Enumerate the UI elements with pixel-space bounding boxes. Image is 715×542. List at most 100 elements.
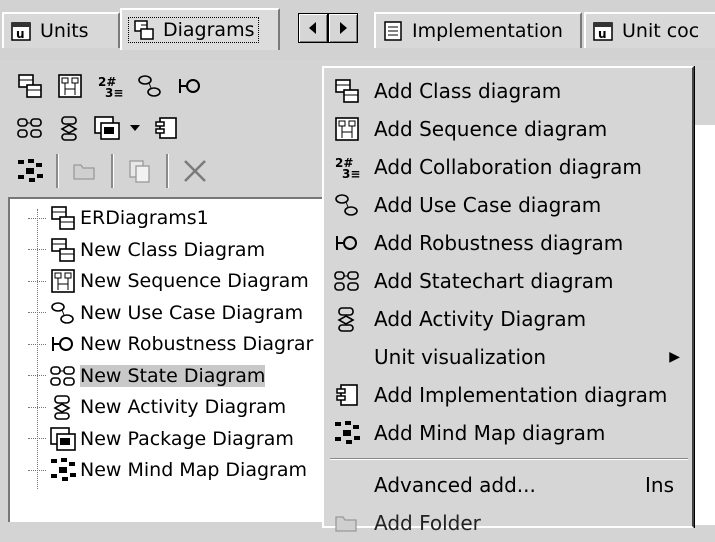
menu-item[interactable]: Unit visualization ▶ xyxy=(324,338,692,376)
menu-item-label: Unit visualization xyxy=(374,345,546,369)
folder-icon[interactable] xyxy=(69,155,101,187)
toolbar-separator xyxy=(56,154,59,188)
use-case-diagram-icon xyxy=(48,299,78,327)
tree-item[interactable]: New Package Diagram xyxy=(28,424,294,454)
tree-item-label: New Mind Map Diagram xyxy=(80,459,308,481)
toolbar-row-1: 2# 3≡ xyxy=(14,70,206,102)
menu-separator xyxy=(330,458,688,460)
submenu-arrow-icon: ▶ xyxy=(669,349,680,365)
mind-map-diagram-icon xyxy=(48,456,78,484)
menu-item[interactable]: Add Statechart diagram xyxy=(324,262,692,300)
robustness-diagram-icon xyxy=(48,330,78,358)
menu-item[interactable]: Add Implementation diagram xyxy=(324,376,692,414)
tab-unit-code[interactable]: u Unit coc xyxy=(584,12,715,48)
menu-item-label: Add Use Case diagram xyxy=(374,193,602,217)
activity-diagram-icon[interactable] xyxy=(54,112,86,144)
menu-item-label: Add Collaboration diagram xyxy=(374,155,642,179)
diagram-tree[interactable]: ERDiagrams1 New Class Diagram New Sequence… xyxy=(8,197,330,522)
use-case-diagram-icon[interactable] xyxy=(134,70,166,102)
menu-item[interactable]: Add Mind Map diagram xyxy=(324,414,692,452)
mind-map-diagram-icon[interactable] xyxy=(14,155,46,187)
tab-implementation[interactable]: Implementation xyxy=(374,12,582,48)
sequence-diagram-icon xyxy=(332,114,362,144)
tree-item[interactable]: New Robustness Diagrar xyxy=(28,329,313,359)
activity-diagram-icon xyxy=(332,304,362,334)
units-icon: u xyxy=(10,20,32,42)
implementation-diagram-icon[interactable] xyxy=(150,112,182,144)
package-diagram-icon xyxy=(48,425,78,453)
menu-item-label: Add Folder xyxy=(374,511,481,535)
mind-map-diagram-icon xyxy=(332,418,362,448)
menu-item-advanced-add[interactable]: Advanced add... Ins xyxy=(324,466,692,504)
statechart-diagram-icon xyxy=(332,266,362,296)
toolbar-separator xyxy=(166,154,169,188)
menu-item[interactable]: Add Activity Diagram xyxy=(324,300,692,338)
activity-diagram-icon xyxy=(48,393,78,421)
tab-scroll-left-button[interactable] xyxy=(298,13,328,43)
copy-icon[interactable] xyxy=(124,155,156,187)
tree-item[interactable]: New Sequence Diagram xyxy=(28,266,309,296)
menu-item[interactable]: 2# 3≡ Add Collaboration diagram xyxy=(324,148,692,186)
menu-item-add-folder[interactable]: Add Folder xyxy=(324,504,692,542)
tree-item-label: ERDiagrams1 xyxy=(80,207,209,229)
menu-item[interactable]: Add Robustness diagram xyxy=(324,224,692,262)
collaboration-diagram-icon: 2# 3≡ xyxy=(332,152,362,182)
statechart-diagram-icon xyxy=(48,362,78,390)
blank-icon xyxy=(332,342,362,372)
svg-text:u: u xyxy=(16,27,25,41)
sequence-diagram-icon[interactable] xyxy=(54,70,86,102)
tab-scroll-right-button[interactable] xyxy=(328,13,358,43)
class-diagram-icon xyxy=(48,204,78,232)
tree-connector xyxy=(28,249,46,250)
toolbar-row-3 xyxy=(14,154,211,188)
class-diagram-icon xyxy=(133,19,155,41)
tree-connector xyxy=(28,375,46,376)
statechart-diagram-icon[interactable] xyxy=(14,112,46,144)
sequence-diagram-icon xyxy=(48,267,78,295)
tree-connector xyxy=(28,343,46,345)
tree-item[interactable]: New Class Diagram xyxy=(28,235,265,265)
menu-item[interactable]: Add Sequence diagram xyxy=(324,110,692,148)
collaboration-diagram-icon[interactable]: 2# 3≡ xyxy=(94,70,126,102)
menu-item-label: Add Statechart diagram xyxy=(374,269,614,293)
tree-item[interactable]: New State Diagram xyxy=(28,361,266,391)
arrow-left-icon xyxy=(309,22,316,34)
package-diagram-icon[interactable] xyxy=(94,112,120,144)
tree-item[interactable]: New Activity Diagram xyxy=(28,392,286,422)
tree-connector xyxy=(28,217,46,219)
toolbar-separator xyxy=(111,154,114,188)
tab-units[interactable]: u Units xyxy=(2,12,120,48)
implementation-icon xyxy=(382,20,404,42)
menu-item-label: Add Mind Map diagram xyxy=(374,421,606,445)
dropdown-arrow-icon[interactable] xyxy=(128,124,142,132)
class-diagram-icon[interactable] xyxy=(14,70,46,102)
menu-item-label: Advanced add... xyxy=(374,473,536,497)
blank-icon xyxy=(332,470,362,500)
tab-implementation-label: Implementation xyxy=(412,20,563,42)
tree-connector xyxy=(28,280,46,282)
tree-item-label: New Robustness Diagrar xyxy=(80,333,314,355)
tree-item-label: New Package Diagram xyxy=(80,427,294,450)
folder-icon xyxy=(332,508,362,538)
tab-units-label: Units xyxy=(40,20,89,42)
menu-item[interactable]: Add Class diagram xyxy=(324,72,692,110)
unit-code-icon: u xyxy=(592,20,614,42)
menu-item[interactable]: Add Use Case diagram xyxy=(324,186,692,224)
robustness-diagram-icon[interactable] xyxy=(174,70,206,102)
robustness-diagram-icon xyxy=(332,228,362,258)
tree-item-label: New Use Case Diagram xyxy=(80,301,304,324)
tab-diagrams[interactable]: Diagrams xyxy=(120,8,280,50)
tab-diagrams-focus: Diagrams xyxy=(128,17,260,43)
svg-text:3≡: 3≡ xyxy=(342,167,360,180)
class-diagram-icon xyxy=(332,76,362,106)
tree-item[interactable]: ERDiagrams1 xyxy=(28,203,209,233)
add-diagram-context-menu: Add Class diagram Add Sequence diagram 2# 3… xyxy=(322,66,694,535)
tree-item[interactable]: New Use Case Diagram xyxy=(28,298,303,328)
tree-connector xyxy=(28,312,46,313)
tab-unit-code-label: Unit coc xyxy=(622,20,700,42)
tree-item[interactable]: New Mind Map Diagram xyxy=(28,455,307,485)
shortcut-label: Ins xyxy=(645,473,674,497)
delete-icon[interactable] xyxy=(179,155,211,187)
svg-text:u: u xyxy=(598,27,607,41)
svg-text:3≡: 3≡ xyxy=(105,86,123,99)
